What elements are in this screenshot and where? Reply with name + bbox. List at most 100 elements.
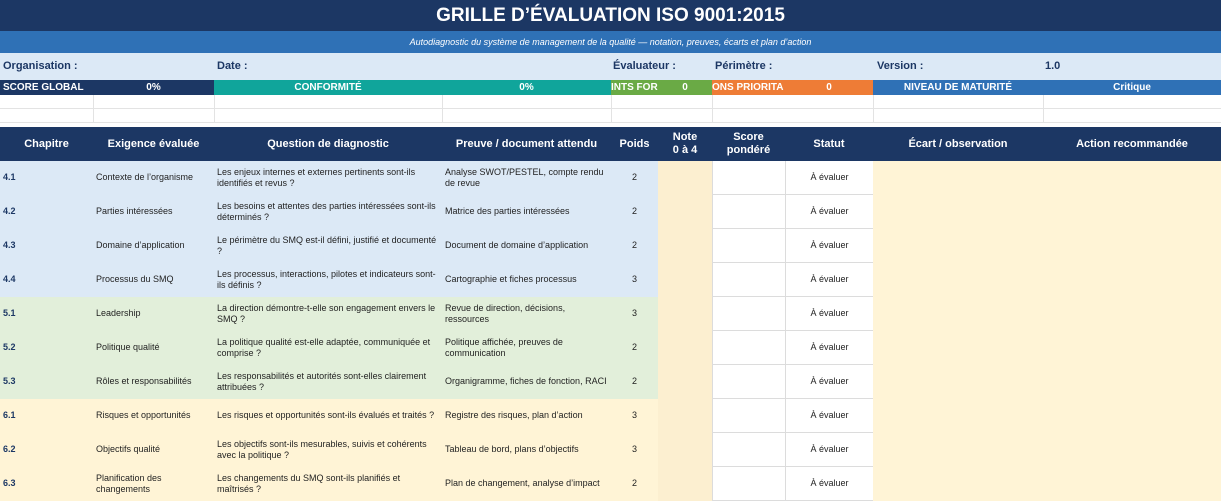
cell-preuve[interactable]: Registre des risques, plan d’action (442, 399, 611, 433)
cell-exigence[interactable]: Domaine d’application (93, 229, 214, 263)
cell-note[interactable] (658, 399, 712, 433)
cell-exigence[interactable]: Planification des changements (93, 467, 214, 501)
cell-exigence[interactable]: Objectifs qualité (93, 433, 214, 467)
cell-preuve[interactable]: Matrice des parties intéressées (442, 195, 611, 229)
header-action[interactable]: Action recommandée (1043, 127, 1221, 161)
cell-chapitre[interactable]: 5.3 (0, 365, 93, 399)
cell-statut[interactable]: À évaluer (785, 263, 873, 297)
header-statut[interactable]: Statut (785, 127, 873, 161)
cell-chapitre[interactable]: 6.3 (0, 467, 93, 501)
cell-score[interactable] (712, 467, 785, 501)
cell-ecart[interactable] (873, 195, 1221, 229)
cell-note[interactable] (658, 331, 712, 365)
cell-statut[interactable]: À évaluer (785, 433, 873, 467)
empty-cell[interactable] (611, 95, 713, 108)
cell-note[interactable] (658, 365, 712, 399)
cell-ecart[interactable] (873, 399, 1221, 433)
cell-chapitre[interactable]: 5.2 (0, 331, 93, 365)
cell-poids[interactable]: 2 (611, 467, 658, 501)
empty-cell[interactable] (611, 109, 713, 122)
cell-note[interactable] (658, 467, 712, 501)
header-ecart[interactable]: Écart / observation (873, 127, 1043, 161)
cell-score[interactable] (712, 331, 785, 365)
cell-statut[interactable]: À évaluer (785, 229, 873, 263)
cell-statut[interactable]: À évaluer (785, 467, 873, 501)
cell-preuve[interactable]: Organigramme, fiches de fonction, RACI (442, 365, 611, 399)
cell-poids[interactable]: 2 (611, 229, 658, 263)
cell-note[interactable] (658, 297, 712, 331)
cell-chapitre[interactable]: 4.3 (0, 229, 93, 263)
empty-cell[interactable] (442, 109, 612, 122)
cell-chapitre[interactable]: 6.2 (0, 433, 93, 467)
cell-ecart[interactable] (873, 297, 1221, 331)
cell-preuve[interactable]: Tableau de bord, plans d’objectifs (442, 433, 611, 467)
empty-cell[interactable] (712, 109, 874, 122)
cell-poids[interactable]: 3 (611, 297, 658, 331)
header-question[interactable]: Question de diagnostic (214, 127, 442, 161)
cell-exigence[interactable]: Risques et opportunités (93, 399, 214, 433)
cell-statut[interactable]: À évaluer (785, 399, 873, 433)
cell-ecart[interactable] (873, 229, 1221, 263)
cell-poids[interactable]: 3 (611, 433, 658, 467)
empty-cell[interactable] (0, 95, 94, 108)
cell-statut[interactable]: À évaluer (785, 195, 873, 229)
empty-cell[interactable] (214, 95, 443, 108)
cell-chapitre[interactable]: 4.2 (0, 195, 93, 229)
score-global-value[interactable]: 0% (93, 80, 214, 95)
cell-ecart[interactable] (873, 433, 1221, 467)
header-note[interactable]: Note 0 à 4 (658, 127, 712, 161)
cell-exigence[interactable]: Rôles et responsabilités (93, 365, 214, 399)
cell-note[interactable] (658, 195, 712, 229)
cell-score[interactable] (712, 161, 785, 195)
evaluateur-label[interactable]: Évaluateur : (613, 60, 676, 72)
header-score[interactable]: Score pondéré (712, 127, 785, 161)
cell-statut[interactable]: À évaluer (785, 297, 873, 331)
cell-preuve[interactable]: Politique affichée, preuves de communica… (442, 331, 611, 365)
cell-score[interactable] (712, 297, 785, 331)
empty-cell[interactable] (93, 109, 215, 122)
cell-question[interactable]: Les objectifs sont-ils mesurables, suivi… (214, 433, 442, 467)
cell-preuve[interactable]: Analyse SWOT/PESTEL, compte rendu de rev… (442, 161, 611, 195)
cell-preuve[interactable]: Document de domaine d’application (442, 229, 611, 263)
points-forts-value[interactable]: 0 (658, 80, 712, 95)
empty-cell[interactable] (442, 95, 612, 108)
maturite-value[interactable]: Critique (1043, 80, 1221, 95)
header-chapitre[interactable]: Chapitre (0, 127, 93, 161)
version-value[interactable]: 1.0 (1045, 60, 1060, 72)
cell-chapitre[interactable]: 6.1 (0, 399, 93, 433)
cell-exigence[interactable]: Leadership (93, 297, 214, 331)
cell-poids[interactable]: 2 (611, 331, 658, 365)
cell-preuve[interactable]: Revue de direction, décisions, ressource… (442, 297, 611, 331)
cell-statut[interactable]: À évaluer (785, 331, 873, 365)
cell-ecart[interactable] (873, 263, 1221, 297)
cell-ecart[interactable] (873, 365, 1221, 399)
cell-poids[interactable]: 3 (611, 263, 658, 297)
cell-exigence[interactable]: Contexte de l’organisme (93, 161, 214, 195)
empty-cell[interactable] (873, 95, 1044, 108)
version-label[interactable]: Version : (877, 60, 923, 72)
cell-exigence[interactable]: Processus du SMQ (93, 263, 214, 297)
cell-poids[interactable]: 2 (611, 195, 658, 229)
cell-note[interactable] (658, 229, 712, 263)
cell-chapitre[interactable]: 4.1 (0, 161, 93, 195)
actions-prioritaires-value[interactable]: 0 (785, 80, 873, 95)
empty-cell[interactable] (214, 109, 443, 122)
cell-question[interactable]: Les risques et opportunités sont-ils éva… (214, 399, 442, 433)
header-exigence[interactable]: Exigence évaluée (93, 127, 214, 161)
cell-score[interactable] (712, 195, 785, 229)
perimetre-label[interactable]: Périmètre : (715, 60, 772, 72)
cell-chapitre[interactable]: 5.1 (0, 297, 93, 331)
cell-note[interactable] (658, 161, 712, 195)
header-preuve[interactable]: Preuve / document attendu (442, 127, 611, 161)
empty-cell[interactable] (712, 95, 874, 108)
cell-ecart[interactable] (873, 161, 1221, 195)
cell-question[interactable]: Les processus, interactions, pilotes et … (214, 263, 442, 297)
cell-poids[interactable]: 3 (611, 399, 658, 433)
cell-poids[interactable]: 2 (611, 161, 658, 195)
organisation-label[interactable]: Organisation : (3, 60, 78, 72)
cell-question[interactable]: Les enjeux internes et externes pertinen… (214, 161, 442, 195)
cell-question[interactable]: La politique qualité est-elle adaptée, c… (214, 331, 442, 365)
cell-statut[interactable]: À évaluer (785, 161, 873, 195)
cell-score[interactable] (712, 433, 785, 467)
cell-score[interactable] (712, 229, 785, 263)
